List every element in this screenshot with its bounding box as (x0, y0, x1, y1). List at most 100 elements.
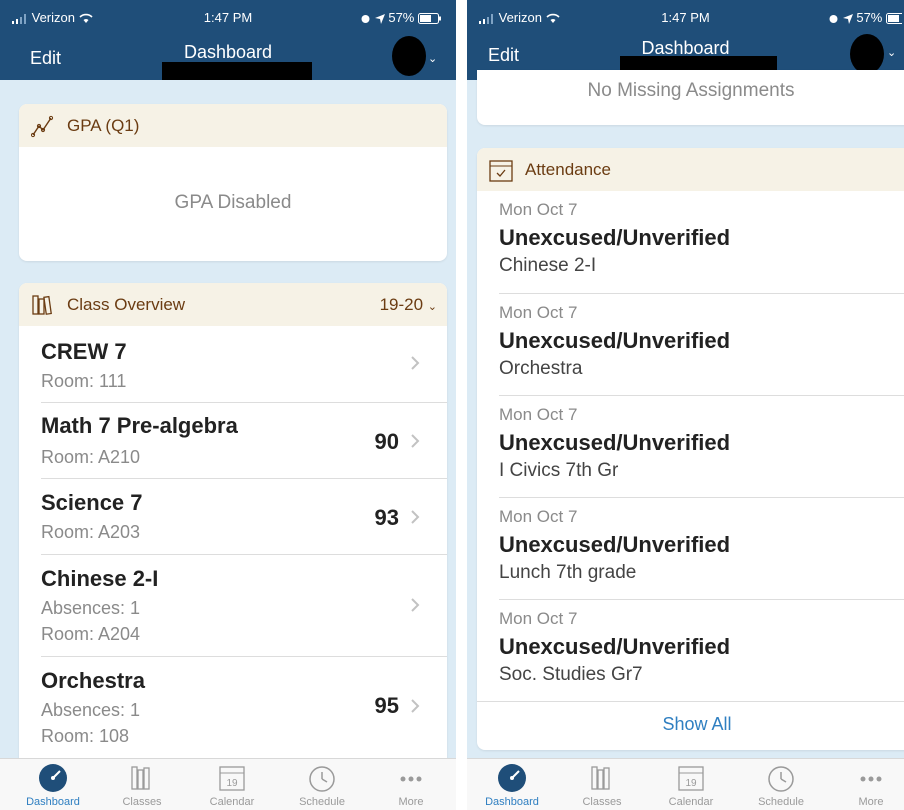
books-icon (131, 766, 150, 790)
class-name: CREW 7 (41, 339, 127, 364)
attendance-class: Orchestra (499, 358, 583, 379)
attendance-entry[interactable]: Mon Oct 7 Unexcused/Unverified I Civics … (477, 396, 904, 498)
avatar[interactable] (850, 34, 884, 74)
gpa-card: GPA (Q1) GPA Disabled (19, 104, 447, 261)
class-room: Room: 108 (41, 726, 130, 746)
calendar-icon: 19 (678, 766, 704, 791)
more-icon (400, 776, 422, 782)
tab-label: Dashboard (485, 796, 539, 808)
tab-dashboard[interactable]: Dashboard (467, 759, 557, 810)
tab-label: More (858, 796, 884, 808)
tab-label: Dashboard (26, 796, 80, 808)
battery-percent: 57% (388, 10, 415, 25)
dashboard-icon (39, 764, 67, 792)
avatar[interactable] (392, 36, 426, 76)
class-grade: 90 (374, 429, 399, 454)
attendance-entry[interactable]: Mon Oct 7 Unexcused/Unverified Orchestra (477, 294, 904, 396)
books-icon (32, 295, 52, 315)
class-absences: Absences: 1 (41, 598, 141, 618)
location-icon (374, 13, 385, 24)
tab-schedule[interactable]: Schedule (277, 759, 367, 810)
class-grade: 93 (374, 505, 399, 530)
trend-line-icon (31, 115, 54, 138)
attendance-date: Mon Oct 7 (499, 200, 578, 219)
tab-more[interactable]: More (826, 759, 904, 810)
tab-calendar[interactable]: 19 Calendar (187, 759, 277, 810)
chevron-right-icon (411, 356, 420, 370)
battery-icon (418, 13, 441, 25)
chevron-down-icon[interactable]: ⌄ (428, 52, 437, 65)
alarm-icon (829, 15, 838, 24)
class-row[interactable]: Science 7 Room: A203 93 (19, 479, 447, 555)
attendance-class: Lunch 7th grade (499, 562, 637, 583)
chevron-right-icon (411, 598, 420, 612)
attendance-status: Unexcused/Unverified (499, 430, 731, 455)
chevron-right-icon (411, 510, 420, 524)
class-overview-header: Class Overview 19-20 ⌄ (19, 283, 447, 326)
gpa-card-title: GPA (Q1) (67, 116, 140, 135)
status-bar: Verizon 1:47 PM 57% (467, 0, 904, 30)
class-row[interactable]: Chinese 2-I Absences: 1 Room: A204 (19, 555, 447, 657)
tab-dashboard[interactable]: Dashboard (8, 759, 98, 810)
books-icon (591, 766, 610, 790)
missing-assignments-card: No Missing Assignments (477, 70, 904, 125)
chevron-down-icon[interactable]: ⌄ (887, 46, 896, 59)
class-name: Math 7 Pre-algebra (41, 413, 238, 438)
attendance-class: I Civics 7th Gr (499, 460, 619, 481)
class-room: Room: 111 (41, 371, 127, 391)
attendance-entry[interactable]: Mon Oct 7 Unexcused/Unverified Lunch 7th… (477, 498, 904, 600)
show-all-button[interactable]: Show All (477, 714, 904, 735)
status-bar: Verizon 1:47 PM 57% (0, 0, 456, 30)
class-absences: Absences: 1 (41, 700, 141, 720)
clock-icon (309, 766, 335, 792)
class-overview-title: Class Overview (67, 295, 186, 314)
attendance-entry[interactable]: Mon Oct 7 Unexcused/Unverified Soc. Stud… (477, 600, 904, 702)
calendar-icon-day: 19 (685, 778, 697, 789)
class-name: Science 7 (41, 490, 143, 515)
tab-label: Classes (122, 796, 162, 808)
class-room: Room: A210 (41, 447, 141, 467)
more-icon (860, 776, 882, 782)
attendance-date: Mon Oct 7 (499, 303, 578, 322)
tab-label: Calendar (209, 796, 255, 808)
class-grade: 95 (374, 693, 399, 718)
redacted-name (162, 62, 312, 80)
tab-label: Classes (582, 796, 622, 808)
gpa-card-header: GPA (Q1) (19, 104, 447, 147)
battery-percent: 57% (856, 10, 883, 25)
class-overview-card: Class Overview 19-20 ⌄ CREW 7 Room: 111 … (19, 283, 447, 773)
clock-icon (768, 766, 794, 792)
term-selector[interactable]: 19-20 ⌄ (380, 295, 437, 315)
class-row[interactable]: CREW 7 Room: 111 (19, 326, 447, 402)
attendance-status: Unexcused/Unverified (499, 328, 731, 353)
tab-calendar[interactable]: 19 Calendar (646, 759, 736, 810)
attendance-date: Mon Oct 7 (499, 405, 578, 424)
class-row[interactable]: Math 7 Pre-algebra Room: A210 90 (19, 403, 447, 479)
calendar-icon: 19 (219, 766, 245, 791)
chevron-down-icon: ⌄ (427, 301, 437, 313)
class-name: Chinese 2-I (41, 566, 159, 591)
calendar-icon-day: 19 (226, 778, 238, 789)
tab-bar: Dashboard Classes 19 Calendar Schedule M… (0, 758, 456, 810)
class-name: Orchestra (41, 668, 145, 693)
calendar-check-icon (489, 160, 513, 182)
attendance-status: Unexcused/Unverified (499, 225, 731, 250)
tab-label: Schedule (758, 796, 804, 808)
class-row[interactable]: Orchestra Absences: 1 Room: 108 95 (19, 657, 447, 759)
battery-icon (886, 13, 902, 25)
tab-classes[interactable]: Classes (557, 759, 647, 810)
attendance-header: Attendance (477, 148, 904, 191)
tab-schedule[interactable]: Schedule (736, 759, 826, 810)
attendance-status: Unexcused/Unverified (499, 532, 731, 557)
tab-label: Calendar (668, 796, 714, 808)
tab-more[interactable]: More (366, 759, 456, 810)
gpa-disabled-message: GPA Disabled (174, 192, 292, 213)
class-room: Room: A204 (41, 624, 141, 644)
attendance-title: Attendance (525, 160, 612, 179)
tab-classes[interactable]: Classes (97, 759, 187, 810)
attendance-entry[interactable]: Mon Oct 7 Unexcused/Unverified Chinese 2… (477, 191, 904, 293)
no-missing-message: No Missing Assignments (587, 80, 795, 101)
attendance-class: Soc. Studies Gr7 (499, 664, 643, 685)
nav-bar: Edit Dashboard ⌄ (0, 30, 456, 80)
chevron-right-icon (411, 434, 420, 448)
